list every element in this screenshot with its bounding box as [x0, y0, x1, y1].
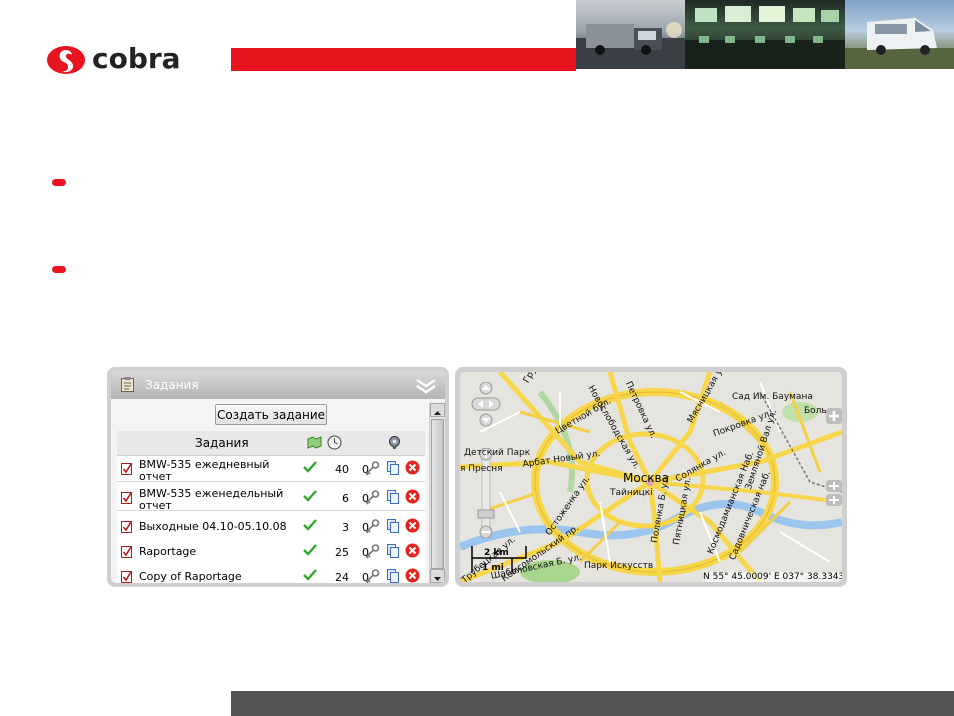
van-photo — [845, 0, 954, 69]
bullet-point — [52, 266, 66, 273]
copy-icon[interactable] — [387, 490, 399, 504]
footer-bar — [231, 691, 954, 716]
check-icon — [303, 490, 317, 502]
map-widget: Грузинская Новослободская ул. Петровка у… — [455, 367, 847, 587]
delete-icon[interactable] — [405, 543, 420, 558]
scroll-up-arrow-icon[interactable] — [430, 403, 445, 417]
delete-icon[interactable] — [405, 489, 420, 504]
bullet-point — [52, 179, 66, 186]
tasks-table: Задания BMW-535 ежедневный отчет 40 0 BM… — [117, 431, 425, 583]
key-icon[interactable] — [364, 461, 380, 476]
cobra-logo: cobra — [46, 44, 206, 78]
gear-icon — [389, 436, 400, 449]
clock-icon — [327, 435, 342, 450]
truck-photo — [576, 0, 685, 69]
copy-icon[interactable] — [387, 519, 399, 533]
tasks-widget-body: Задания Создать задание Задания BMW-535 … — [111, 371, 445, 583]
column-header-tasks: Задания — [195, 436, 249, 450]
check-icon — [303, 544, 317, 556]
key-icon[interactable] — [364, 519, 380, 534]
delete-icon[interactable] — [405, 460, 420, 475]
tasks-widget-title: Задания — [145, 378, 199, 392]
table-row[interactable]: Raportage 25 0 — [117, 539, 425, 565]
table-row[interactable]: BMW-535 еженедельный отчет 6 0 — [117, 485, 425, 512]
task-name: Copy of Raportage — [139, 570, 242, 583]
scale-km-label: 2 km — [484, 548, 509, 558]
map-street-label: Тайницкі — [610, 488, 653, 498]
pan-control-icon[interactable] — [470, 382, 502, 442]
map-street-label: Парк Искусств — [584, 561, 654, 571]
header-accent-bar — [231, 48, 576, 71]
table-row[interactable]: Copy of Raportage 24 0 — [117, 564, 425, 583]
copy-icon[interactable] — [387, 544, 399, 558]
task-clipboard-icon — [121, 521, 132, 533]
copy-icon[interactable] — [387, 569, 399, 583]
map-street-label: Сад Им. Баумана — [732, 392, 813, 402]
check-icon — [303, 569, 317, 581]
clipboard-icon — [121, 377, 134, 392]
task-name: Raportage — [139, 545, 197, 558]
table-row[interactable]: BMW-535 ежедневный отчет 40 0 — [117, 456, 425, 483]
zoom-slider[interactable] — [477, 448, 495, 538]
map-coordinates: N 55° 45.0009' E 037° 38.3343' — [703, 572, 842, 582]
task-clipboard-icon — [121, 463, 132, 475]
collapse-chevron-icon[interactable] — [415, 377, 437, 395]
task-clipboard-icon — [121, 492, 132, 504]
key-icon[interactable] — [364, 490, 380, 505]
scroll-down-arrow-icon[interactable] — [430, 569, 445, 583]
task-clipboard-icon — [121, 546, 132, 558]
tasks-widget: Задания Создать задание Задания BMW-535 … — [107, 367, 449, 587]
side-expand-controls[interactable] — [826, 408, 842, 508]
tasks-widget-header: Задания — [111, 371, 445, 399]
copy-icon[interactable] — [387, 461, 399, 475]
map-street-label: Детский Парк — [464, 448, 531, 458]
delete-icon[interactable] — [405, 518, 420, 533]
tasks-table-header: Задания — [117, 431, 425, 456]
tasks-scrollbar[interactable] — [429, 403, 445, 583]
task-clipboard-icon — [121, 571, 132, 583]
scale-mi-label: 1 mi — [482, 563, 504, 573]
scroll-thumb[interactable] — [431, 419, 444, 569]
map-street-label: Боль — [804, 406, 827, 416]
delete-icon[interactable] — [405, 568, 420, 583]
cobra-logo-icon — [47, 46, 85, 74]
logo-wordmark: cobra — [92, 42, 181, 75]
key-icon[interactable] — [364, 569, 380, 583]
task-name: Выходные 04.10-05.10.08 — [139, 520, 287, 533]
map-icon — [307, 436, 322, 449]
control-room-photo — [685, 0, 845, 69]
create-task-button[interactable]: Создать задание — [215, 404, 327, 425]
map-view[interactable]: Грузинская Новослободская ул. Петровка у… — [460, 372, 842, 582]
key-icon[interactable] — [364, 544, 380, 559]
task-name: BMW-535 ежедневный отчет — [139, 458, 270, 483]
check-icon — [303, 519, 317, 531]
map-street-label: я Пресня — [460, 464, 503, 474]
check-icon — [303, 461, 317, 473]
table-row[interactable]: Выходные 04.10-05.10.08 3 0 — [117, 514, 425, 540]
task-name: BMW-535 еженедельный отчет — [139, 487, 284, 512]
